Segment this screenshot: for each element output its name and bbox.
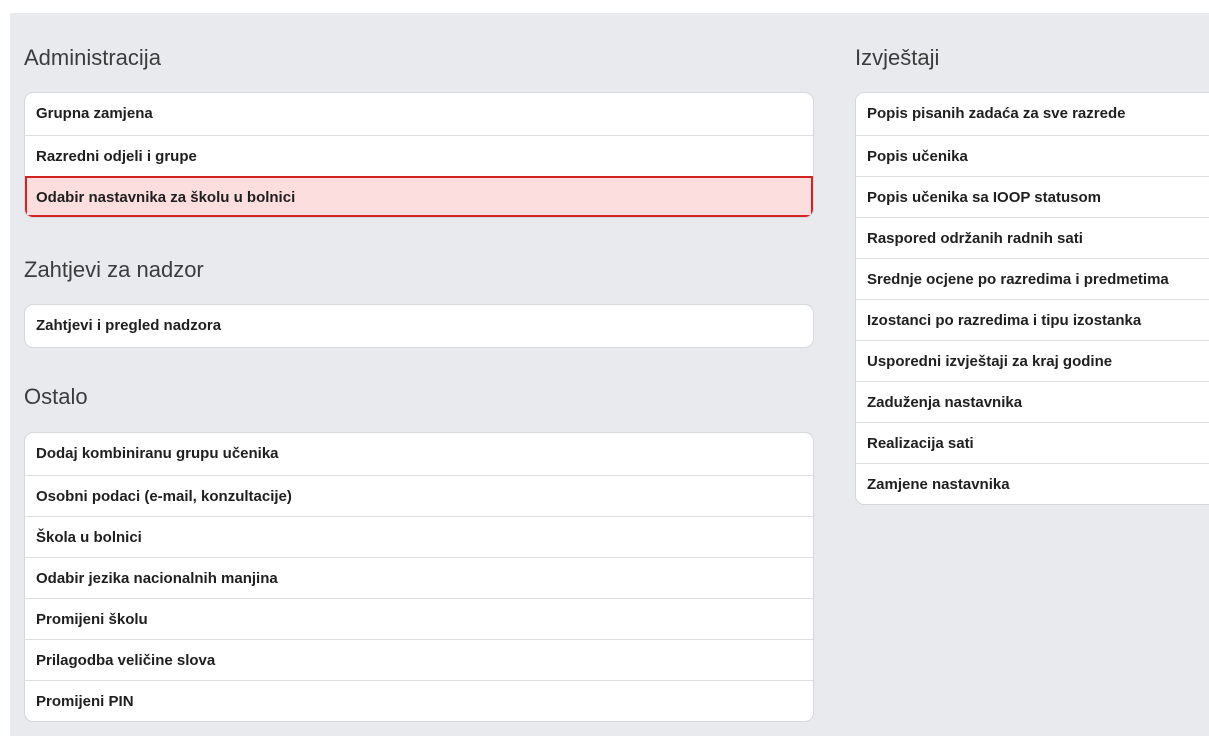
menu-item-ioop-status[interactable]: Popis učenika sa IOOP statusom [856,176,1209,217]
menu-item-zaduzenja-nastavnika[interactable]: Zaduženja nastavnika [856,381,1209,422]
menu-item-razredni-odjeli[interactable]: Razredni odjeli i grupe [25,135,813,176]
section-title-ostalo: Ostalo [24,384,88,409]
menu-item-usporedni-izvjestaji[interactable]: Usporedni izvještaji za kraj godine [856,340,1209,381]
menu-item-raspored-sati[interactable]: Raspored održanih radnih sati [856,217,1209,258]
menu-item-kombinirana-grupa[interactable]: Dodaj kombiniranu grupu učenika [25,433,813,475]
menu-item-skola-u-bolnici[interactable]: Škola u bolnici [25,516,813,557]
menu-item-velicina-slova[interactable]: Prilagodba veličine slova [25,639,813,680]
menu-item-osobni-podaci[interactable]: Osobni podaci (e-mail, konzultacije) [25,475,813,516]
menu-item-zahtjevi-nadzora[interactable]: Zahtjevi i pregled nadzora [25,305,813,347]
menu-item-jezik-manjina[interactable]: Odabir jezika nacionalnih manjina [25,557,813,598]
administracija-list: Grupna zamjena Razredni odjeli i grupe O… [24,92,814,218]
menu-item-pisane-zadace[interactable]: Popis pisanih zadaća za sve razrede [856,93,1209,135]
page-canvas: Administracija Grupna zamjena Razredni o… [10,13,1209,736]
izvjestaji-list: Popis pisanih zadaća za sve razrede Popi… [855,92,1209,505]
menu-item-realizacija-sati[interactable]: Realizacija sati [856,422,1209,463]
menu-item-promijeni-pin[interactable]: Promijeni PIN [25,680,813,721]
section-title-izvjestaji: Izvještaji [855,45,940,70]
menu-item-srednje-ocjene[interactable]: Srednje ocjene po razredima i predmetima [856,258,1209,299]
menu-item-odabir-nastavnika-bolnica[interactable]: Odabir nastavnika za školu u bolnici [25,176,813,217]
menu-item-grupna-zamjena[interactable]: Grupna zamjena [25,93,813,135]
menu-item-promijeni-skolu[interactable]: Promijeni školu [25,598,813,639]
nadzor-list: Zahtjevi i pregled nadzora [24,304,814,348]
menu-item-izostanci[interactable]: Izostanci po razredima i tipu izostanka [856,299,1209,340]
section-title-administracija: Administracija [24,45,161,70]
ostalo-list: Dodaj kombiniranu grupu učenika Osobni p… [24,432,814,722]
menu-item-zamjene-nastavnika[interactable]: Zamjene nastavnika [856,463,1209,504]
menu-item-popis-ucenika[interactable]: Popis učenika [856,135,1209,176]
section-title-nadzor: Zahtjevi za nadzor [24,257,204,282]
